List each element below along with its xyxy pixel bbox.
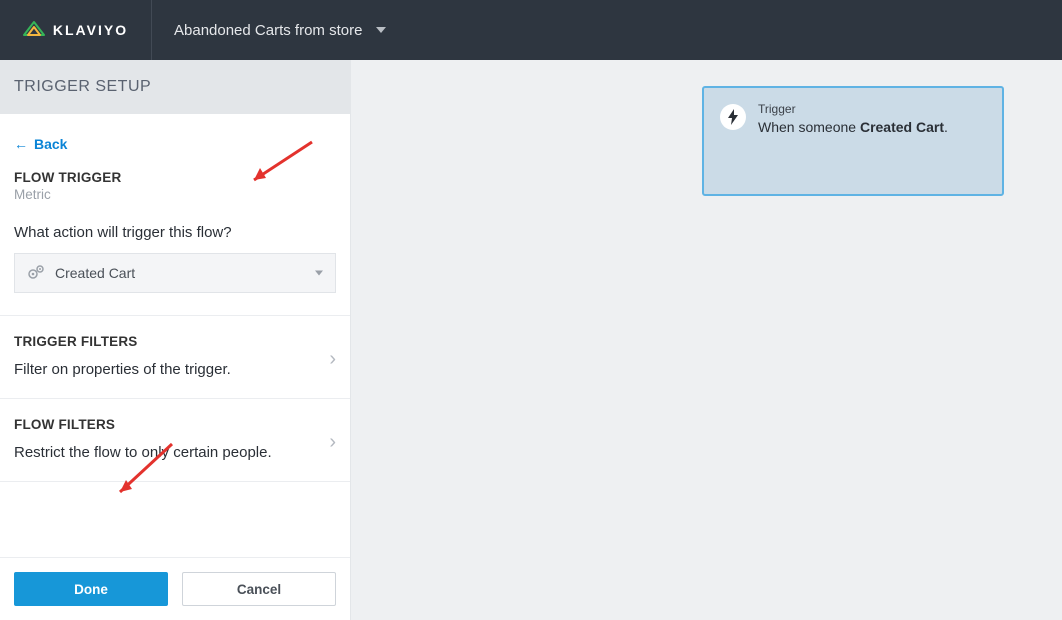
cancel-button[interactable]: Cancel bbox=[182, 572, 336, 606]
bolt-icon bbox=[720, 104, 746, 130]
flow-trigger-heading: FLOW TRIGGER bbox=[0, 152, 350, 187]
flow-trigger-subtitle: Metric bbox=[0, 187, 350, 202]
panel-title: TRIGGER SETUP bbox=[14, 78, 151, 96]
flow-filters-section[interactable]: FLOW FILTERS Restrict the flow to only c… bbox=[0, 398, 350, 482]
panel-body: ← Back FLOW TRIGGER Metric What action w… bbox=[0, 114, 350, 557]
flow-name-label: Abandoned Carts from store bbox=[174, 22, 362, 39]
gears-icon bbox=[27, 264, 45, 283]
flow-trigger-question: What action will trigger this flow? bbox=[0, 202, 350, 253]
trigger-setup-panel: TRIGGER SETUP ← Back FLOW TRIGGER Metric… bbox=[0, 60, 350, 620]
panel-header: TRIGGER SETUP bbox=[0, 60, 350, 114]
brand-name: KLAVIYO bbox=[53, 22, 128, 38]
done-button[interactable]: Done bbox=[14, 572, 168, 606]
metric-select-value: Created Cart bbox=[55, 265, 135, 281]
caret-down-icon bbox=[315, 271, 323, 276]
klaviyo-logo-icon bbox=[23, 20, 45, 41]
chevron-right-icon: › bbox=[329, 431, 336, 454]
main-layout: TRIGGER SETUP ← Back FLOW TRIGGER Metric… bbox=[0, 60, 1062, 620]
arrow-left-icon: ← bbox=[14, 136, 28, 152]
back-label: Back bbox=[34, 136, 67, 152]
brand-logo-block[interactable]: KLAVIYO bbox=[0, 0, 152, 60]
flow-canvas[interactable]: Trigger When someone Created Cart. bbox=[350, 60, 1062, 620]
chevron-right-icon: › bbox=[329, 348, 336, 371]
trigger-card-label: Trigger bbox=[758, 102, 986, 116]
metric-select[interactable]: Created Cart bbox=[14, 253, 336, 293]
trigger-card-description: When someone Created Cart. bbox=[758, 118, 986, 137]
flow-filters-heading: FLOW FILTERS bbox=[14, 417, 336, 432]
trigger-card[interactable]: Trigger When someone Created Cart. bbox=[702, 86, 1004, 196]
flow-name-dropdown[interactable]: Abandoned Carts from store bbox=[152, 0, 408, 60]
trigger-filters-heading: TRIGGER FILTERS bbox=[14, 334, 336, 349]
app-header: KLAVIYO Abandoned Carts from store bbox=[0, 0, 1062, 60]
trigger-filters-section[interactable]: TRIGGER FILTERS Filter on properties of … bbox=[0, 315, 350, 398]
panel-footer: Done Cancel bbox=[0, 557, 350, 620]
trigger-filters-desc: Filter on properties of the trigger. bbox=[14, 361, 336, 378]
caret-down-icon bbox=[376, 27, 386, 33]
flow-filters-desc: Restrict the flow to only certain people… bbox=[14, 444, 336, 461]
back-button[interactable]: ← Back bbox=[0, 114, 350, 152]
